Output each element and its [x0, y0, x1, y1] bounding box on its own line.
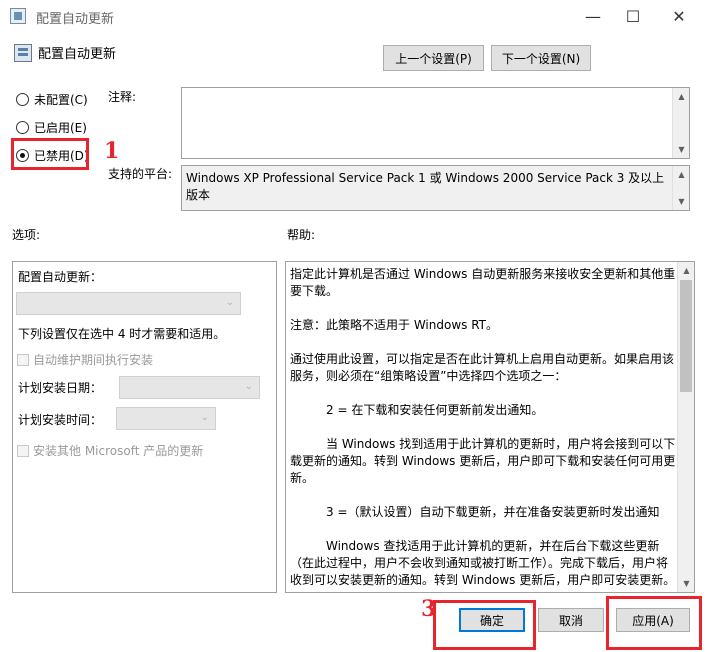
radio-not-configured[interactable]: 未配置(C) [16, 91, 88, 108]
chevron-down-icon: ⌄ [200, 412, 209, 423]
scroll-down-icon[interactable]: ▼ [673, 141, 690, 158]
maximize-button[interactable]: ☐ [610, 0, 656, 32]
help-panel: 指定此计算机是否通过 Windows 自动更新服务来接收安全更新和其他重要下载。… [285, 261, 695, 593]
close-button[interactable]: ✕ [656, 0, 702, 32]
supported-platform-field: Windows XP Professional Service Pack 1 或… [181, 165, 690, 211]
checkbox-label: 自动维护期间执行安装 [33, 353, 154, 367]
annotation-step-1: 1 [104, 138, 120, 164]
configure-updates-dropdown[interactable]: ⌄ [16, 292, 241, 315]
scrollbar-thumb[interactable] [680, 280, 692, 392]
supported-scrollbar[interactable]: ▲ ▼ [672, 166, 689, 210]
annotation-highlight-apply [606, 596, 702, 650]
radio-circle[interactable] [16, 93, 29, 106]
chevron-down-icon: ⌄ [225, 297, 234, 308]
scroll-down-icon[interactable]: ▼ [678, 575, 694, 592]
help-paragraph: 当 Windows 找到适用于此计算机的更新时，用户将会接到可以下载更新的通知。… [290, 437, 676, 485]
radio-label: 已启用(E) [34, 121, 87, 135]
annotation-highlight-ok [433, 600, 536, 650]
radio-enabled[interactable]: 已启用(E) [16, 119, 87, 136]
supported-platform-text: Windows XP Professional Service Pack 1 或… [186, 171, 665, 202]
options-panel: 配置自动更新： ⌄ 下列设置仅在选中 4 时才需要和适用。 自动维护期间执行安装… [12, 261, 277, 593]
policy-setting-icon [14, 44, 32, 62]
title-bar: 配置自动更新 — ☐ ✕ [0, 0, 708, 32]
annotation-step-3: 3 [421, 596, 437, 622]
help-scrollbar[interactable]: ▲ ▼ [677, 262, 694, 592]
help-section-label: 帮助: [287, 228, 316, 242]
chevron-down-icon: ⌄ [244, 381, 253, 392]
scroll-up-icon[interactable]: ▲ [678, 262, 694, 279]
help-paragraph: 2 = 在下载和安装任何更新前发出通知。 [326, 403, 544, 417]
help-paragraph: 3 =（默认设置）自动下载更新，并在准备安装更新时发出通知 [326, 505, 660, 519]
maintenance-install-checkbox[interactable]: 自动维护期间执行安装 [17, 351, 153, 368]
schedule-day-label: 计划安装日期： [18, 381, 103, 395]
scroll-down-icon[interactable]: ▼ [673, 193, 690, 210]
previous-setting-button[interactable]: 上一个设置(P) [383, 45, 484, 71]
comment-textarea[interactable]: ▲ ▼ [181, 87, 690, 159]
comment-scrollbar[interactable]: ▲ ▼ [672, 88, 689, 158]
next-setting-button[interactable]: 下一个设置(N) [491, 45, 591, 71]
configure-updates-label: 配置自动更新： [18, 270, 103, 284]
schedule-time-dropdown[interactable]: ⌄ [116, 407, 216, 430]
scroll-up-icon[interactable]: ▲ [673, 166, 690, 183]
radio-circle[interactable] [16, 121, 29, 134]
annotation-highlight-disabled [11, 138, 89, 170]
schedule-day-dropdown[interactable]: ⌄ [119, 376, 260, 399]
scroll-up-icon[interactable]: ▲ [673, 88, 690, 105]
checkbox-box[interactable] [17, 444, 29, 457]
supported-platform-label: 支持的平台: [108, 167, 173, 181]
comment-label: 注释: [108, 90, 137, 104]
policy-title: 配置自动更新 [38, 47, 117, 62]
options-note: 下列设置仅在选中 4 时才需要和适用。 [18, 327, 226, 341]
help-paragraph: 指定此计算机是否通过 Windows 自动更新服务来接收安全更新和其他重要下载。 [290, 267, 676, 298]
policy-app-icon [10, 8, 26, 24]
checkbox-label: 安装其他 Microsoft 产品的更新 [33, 444, 204, 458]
checkbox-box[interactable] [17, 353, 29, 366]
radio-label: 未配置(C) [34, 93, 88, 107]
window-title: 配置自动更新 [36, 12, 115, 27]
options-section-label: 选项: [12, 228, 41, 242]
cancel-button[interactable]: 取消 [538, 608, 604, 632]
help-paragraph: 通过使用此设置，可以指定是否在此计算机上启用自动更新。如果启用该服务，则必须在“… [290, 352, 675, 383]
help-text: 指定此计算机是否通过 Windows 自动更新服务来接收安全更新和其他重要下载。… [290, 266, 676, 592]
other-products-checkbox[interactable]: 安装其他 Microsoft 产品的更新 [17, 442, 203, 459]
help-paragraph: Windows 查找适用于此计算机的更新，并在后台下载这些更新（在此过程中，用户… [290, 539, 676, 587]
help-paragraph: 注意：此策略不适用于 Windows RT。 [290, 318, 498, 332]
schedule-time-label: 计划安装时间： [18, 413, 103, 427]
